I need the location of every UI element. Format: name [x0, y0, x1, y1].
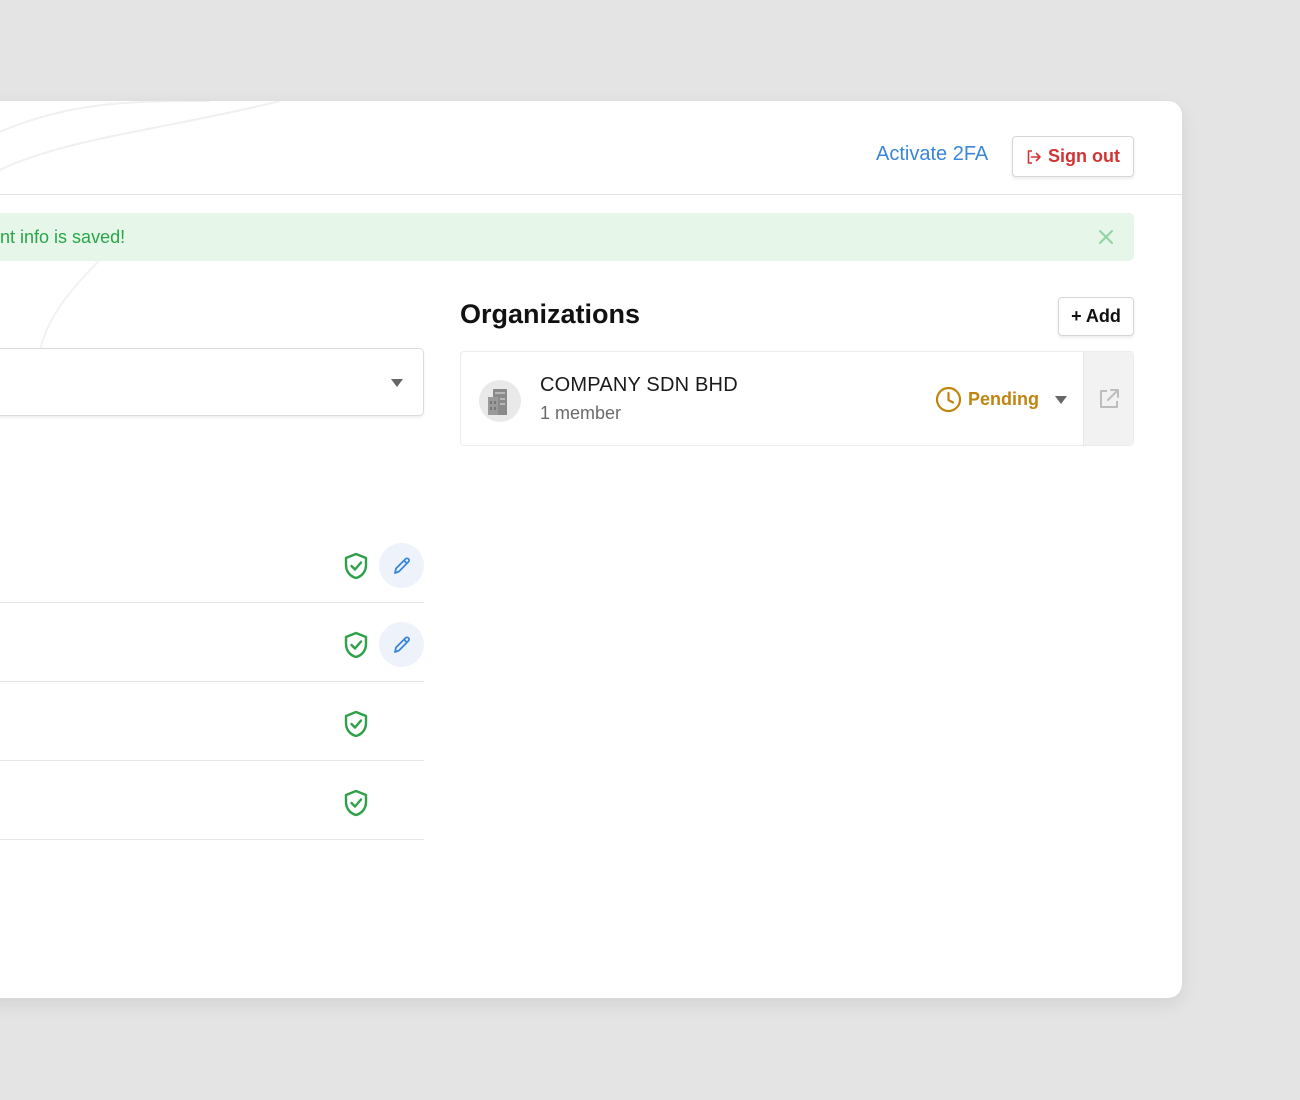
organization-item[interactable]: COMPANY SDN BHD 1 member Pending: [460, 351, 1134, 446]
activate-2fa-link[interactable]: Activate 2FA: [876, 143, 988, 166]
organization-name: COMPANY SDN BHD: [540, 374, 738, 396]
caret-down-icon: [391, 379, 403, 387]
shield-check-icon: [344, 631, 368, 659]
building-icon: [479, 380, 521, 422]
close-icon[interactable]: [1096, 227, 1116, 247]
shield-check-icon: [344, 552, 368, 580]
pencil-icon: [393, 636, 410, 653]
list-item: [0, 682, 424, 761]
sign-out-icon: [1027, 149, 1041, 164]
organization-status-dropdown[interactable]: Pending: [935, 386, 1067, 413]
shield-check-icon: [344, 789, 368, 817]
organization-member-count: 1 member: [540, 403, 622, 423]
sign-out-button[interactable]: Sign out: [1012, 136, 1134, 177]
external-link-icon: [1099, 388, 1119, 408]
alert-message: ount info is saved!: [0, 226, 126, 247]
list-item: [0, 603, 424, 682]
account-card: Activate 2FA Sign out ount info is saved…: [0, 101, 1182, 998]
list-item: [0, 761, 424, 840]
pencil-icon: [393, 557, 410, 574]
edit-button[interactable]: [379, 543, 424, 588]
caret-down-icon: [1055, 395, 1067, 404]
edit-button[interactable]: [379, 622, 424, 667]
header-divider: [0, 194, 1182, 195]
success-alert: ount info is saved!: [0, 213, 1134, 261]
add-organization-button[interactable]: + Add: [1058, 297, 1134, 336]
clock-icon: [935, 386, 962, 413]
account-select[interactable]: [0, 348, 424, 416]
sign-out-label: Sign out: [1048, 146, 1120, 166]
list-item: [0, 524, 424, 603]
organizations-title: Organizations: [460, 299, 641, 329]
shield-check-icon: [344, 710, 368, 738]
open-organization-button[interactable]: [1083, 352, 1133, 445]
organization-status-label: Pending: [968, 389, 1039, 409]
